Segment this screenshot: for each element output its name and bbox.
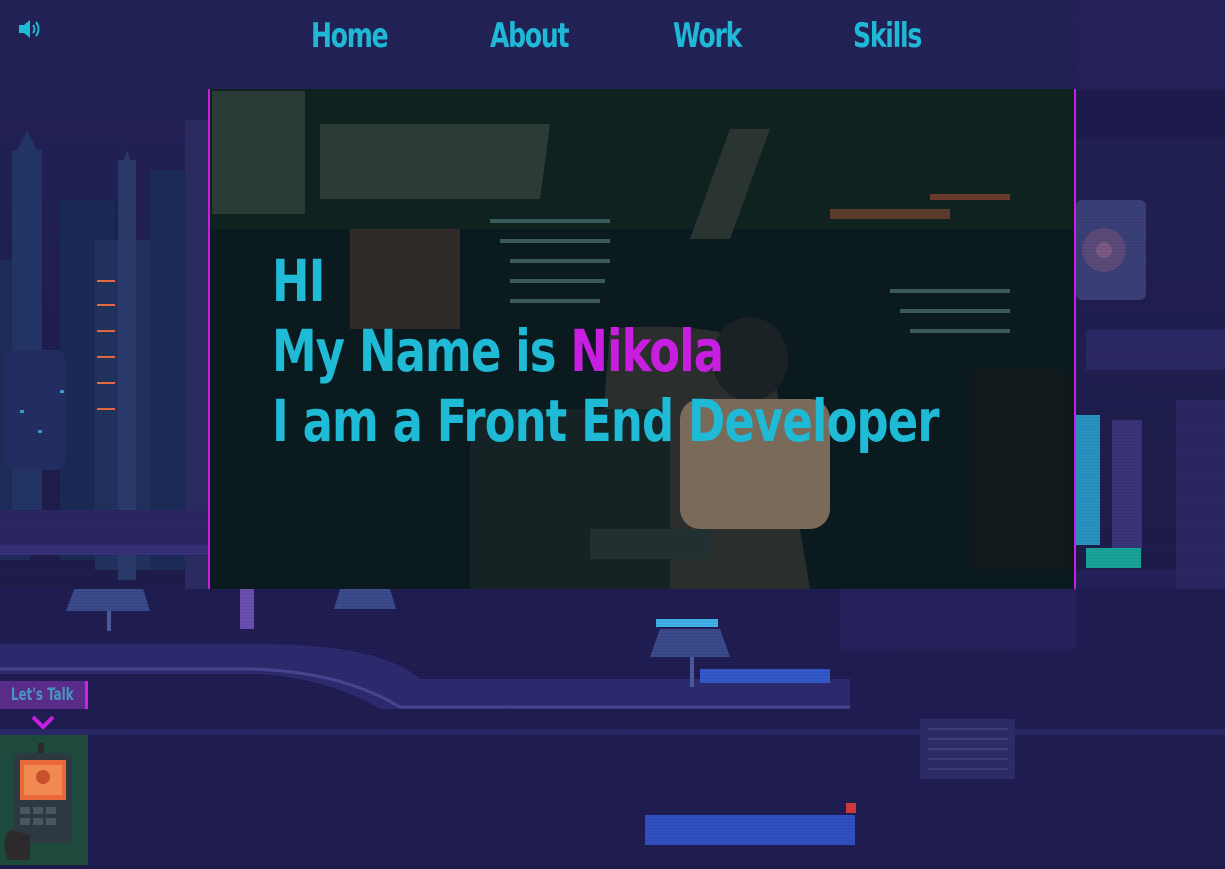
radio-device — [0, 735, 88, 865]
contact-toggle[interactable] — [30, 714, 56, 730]
radio-icon — [0, 735, 88, 865]
nav-about-link[interactable]: About — [490, 16, 570, 56]
lets-talk-button[interactable]: Let's Talk — [0, 681, 88, 709]
nav-home-link[interactable]: Home — [311, 16, 389, 56]
lower-city — [0, 589, 1225, 865]
chevron-down-icon — [31, 715, 55, 730]
hero-name-line: My Name is Nikola — [272, 317, 724, 385]
hero-name: Nikola — [570, 317, 724, 385]
lets-talk-label: Let's Talk — [11, 685, 74, 705]
nav-work-link[interactable]: Work — [673, 16, 742, 56]
nav-skills-link[interactable]: Skills — [853, 16, 922, 56]
main-navigation: Home About Work Skills — [0, 16, 1225, 66]
left-skyline — [0, 120, 210, 590]
hero-role: I am a Front End Developer — [272, 387, 939, 455]
hero-panel: HI My Name is Nikola I am a Front End De… — [208, 89, 1076, 589]
hero-greeting: HI — [272, 247, 325, 315]
hero-name-prefix: My Name is — [272, 317, 571, 385]
